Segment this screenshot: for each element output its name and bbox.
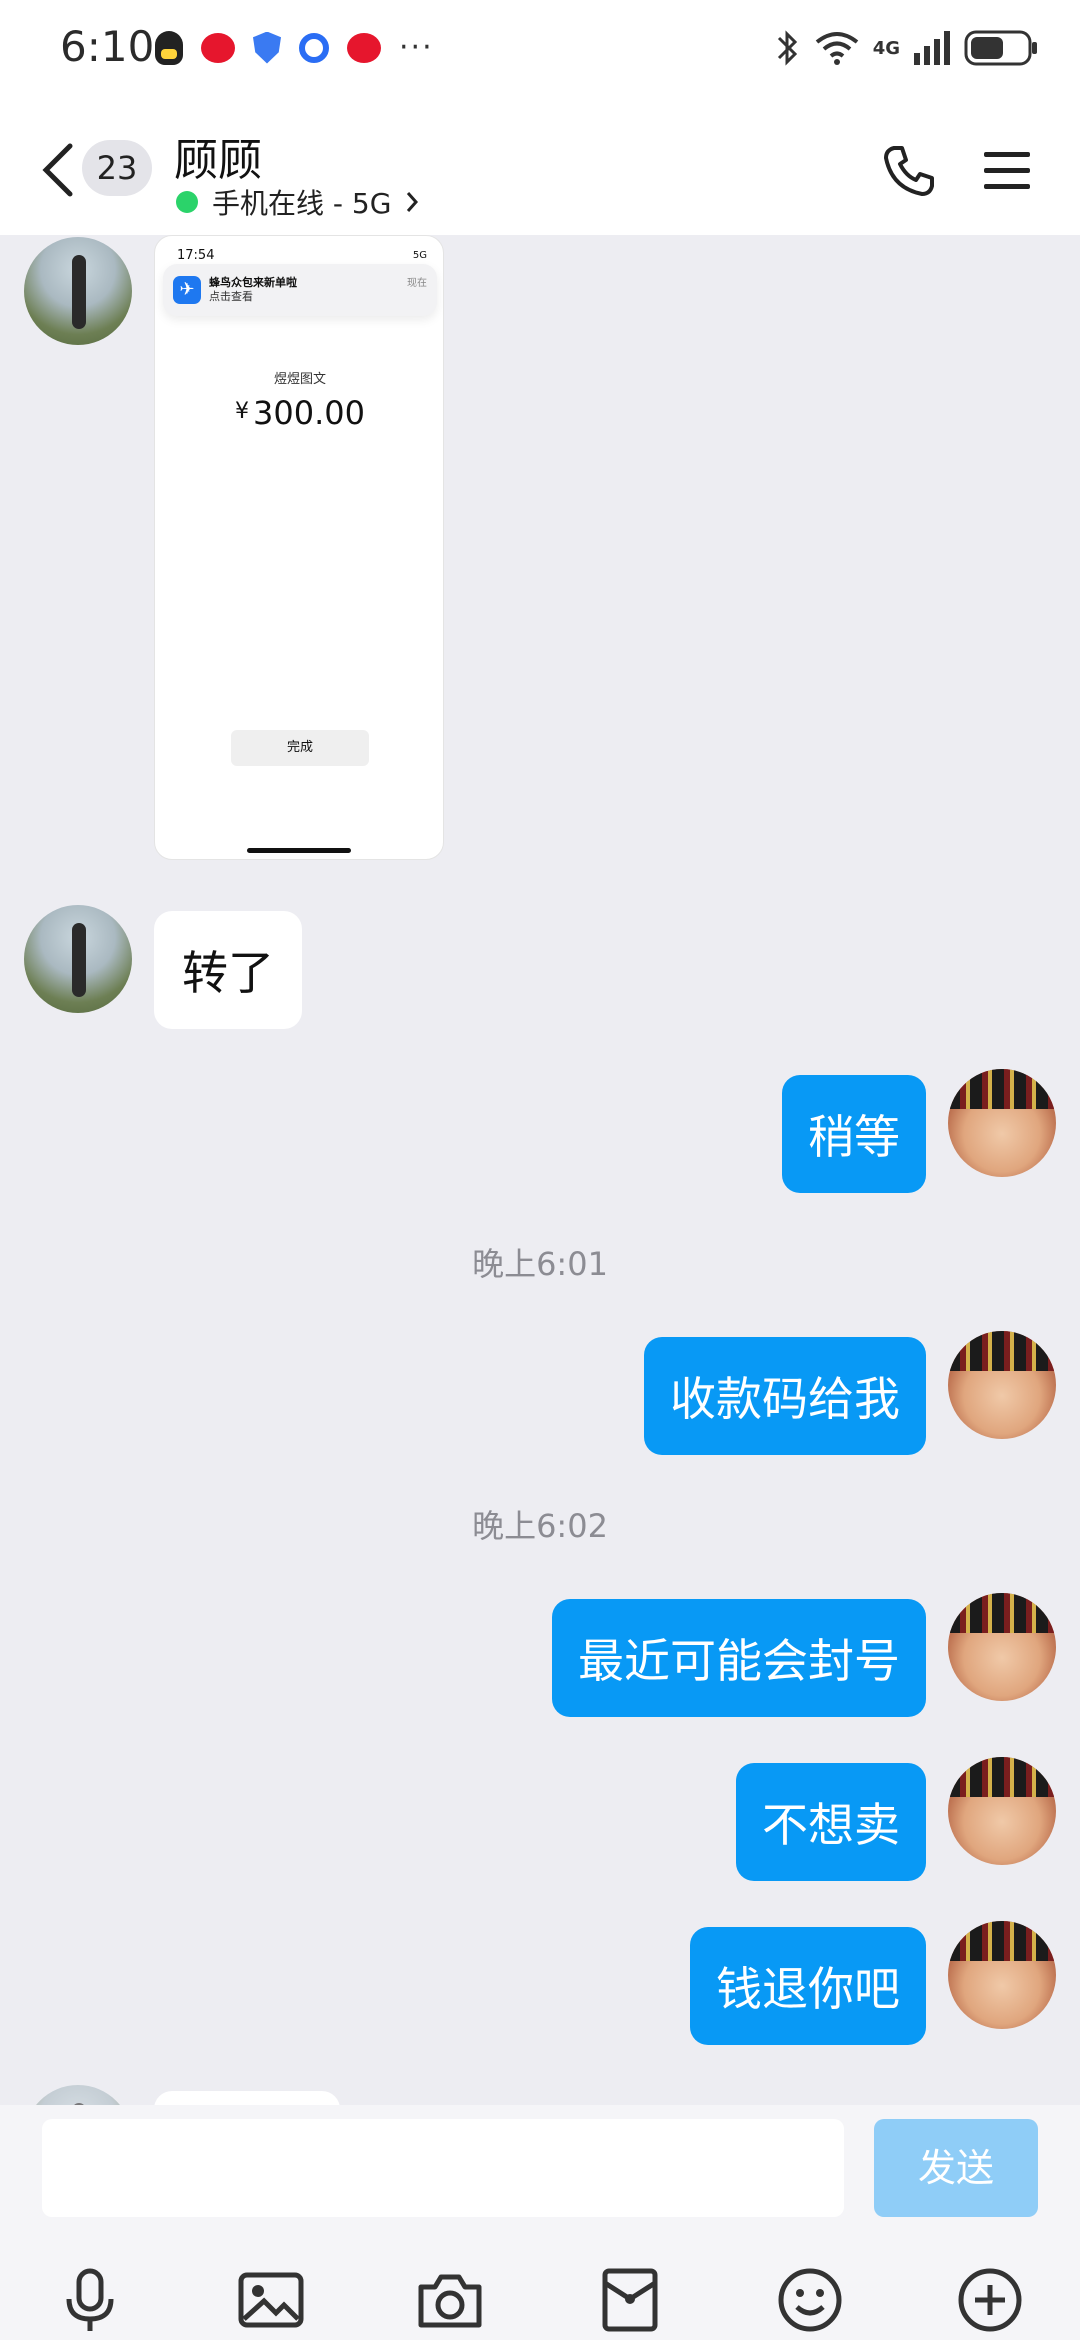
shot-notification-banner: ✈ 蜂鸟众包来新单啦 点击查看 现在	[163, 264, 437, 316]
weibo-icon	[201, 32, 235, 63]
browser-icon	[299, 32, 329, 63]
banner-time: 现在	[407, 278, 427, 289]
microphone-icon[interactable]	[55, 2265, 125, 2335]
phone-icon[interactable]	[880, 142, 936, 198]
message-bubble-received[interactable]	[154, 2091, 340, 2105]
message-bubble-sent[interactable]: 不想卖	[736, 1763, 926, 1881]
app-icon: ✈	[173, 276, 201, 304]
camera-icon[interactable]	[415, 2265, 485, 2335]
presence-status[interactable]: 手机在线 - 5G	[176, 182, 419, 222]
back-icon[interactable]	[38, 140, 78, 200]
composer: 发送	[0, 2105, 1080, 2340]
timestamp: 晚上6:01	[472, 1245, 608, 1283]
contact-avatar[interactable]	[24, 2085, 132, 2105]
unread-badge[interactable]: 23	[82, 140, 152, 196]
contact-avatar[interactable]	[24, 905, 132, 1013]
message-bubble-received[interactable]: 转了	[154, 911, 302, 1029]
network-type: 4G	[872, 37, 900, 59]
my-avatar[interactable]	[948, 1069, 1056, 1177]
shield-icon	[253, 31, 281, 64]
shot-home-indicator	[247, 848, 351, 853]
more-icon: ···	[399, 30, 434, 65]
shot-amount-value: 300.00	[253, 394, 365, 432]
shot-payee: 煜煜图文	[273, 372, 326, 387]
image-message[interactable]: 17:54 5G ✈ 蜂鸟众包来新单啦 点击查看 现在 煜煜图文 ¥300.00…	[154, 235, 444, 860]
status-bar: 6:10 ··· 4G	[0, 0, 1080, 100]
shot-amount: ¥300.00	[155, 394, 443, 432]
weibo-icon-2	[347, 32, 381, 63]
chat-header: 23 顾顾 手机在线 - 5G	[0, 100, 1080, 235]
shot-status-network: 5G	[412, 250, 427, 261]
chevron-right-icon	[407, 192, 419, 212]
menu-icon[interactable]	[982, 148, 1032, 192]
contact-avatar[interactable]	[24, 237, 132, 345]
emoji-icon[interactable]	[775, 2265, 845, 2335]
wifi-icon	[815, 32, 858, 65]
contact-name[interactable]: 顾顾	[174, 124, 262, 188]
qq-icon	[155, 30, 183, 65]
message-list[interactable]: 17:54 5G ✈ 蜂鸟众包来新单啦 点击查看 现在 煜煜图文 ¥300.00…	[0, 235, 1080, 2105]
status-time: 6:10	[60, 22, 155, 71]
message-bubble-sent[interactable]: 稍等	[782, 1075, 926, 1193]
send-button[interactable]: 发送	[874, 2119, 1038, 2217]
signal-icon	[914, 31, 950, 65]
my-avatar[interactable]	[948, 1757, 1056, 1865]
banner-subtitle: 点击查看	[209, 290, 253, 303]
presence-text: 手机在线 - 5G	[212, 187, 392, 220]
message-input[interactable]	[42, 2119, 844, 2217]
timestamp: 晚上6:02	[472, 1507, 608, 1545]
my-avatar[interactable]	[948, 1921, 1056, 2029]
shot-status-time: 17:54	[177, 248, 215, 263]
shot-currency: ¥	[235, 399, 250, 424]
message-bubble-sent[interactable]: 最近可能会封号	[552, 1599, 926, 1717]
my-avatar[interactable]	[948, 1593, 1056, 1701]
message-bubble-sent[interactable]: 钱退你吧	[690, 1927, 926, 2045]
notification-icons: ···	[155, 30, 434, 65]
status-right: 4G	[775, 28, 1040, 68]
battery-icon	[964, 30, 1037, 66]
plus-icon[interactable]	[955, 2265, 1025, 2335]
online-dot-icon	[176, 191, 198, 213]
red-packet-icon[interactable]	[595, 2265, 665, 2335]
my-avatar[interactable]	[948, 1331, 1056, 1439]
image-icon[interactable]	[236, 2265, 306, 2335]
bluetooth-icon	[777, 30, 797, 66]
shot-done-button: 完成	[231, 730, 369, 766]
input-toolbar	[0, 2265, 1080, 2335]
message-bubble-sent[interactable]: 收款码给我	[644, 1337, 926, 1455]
